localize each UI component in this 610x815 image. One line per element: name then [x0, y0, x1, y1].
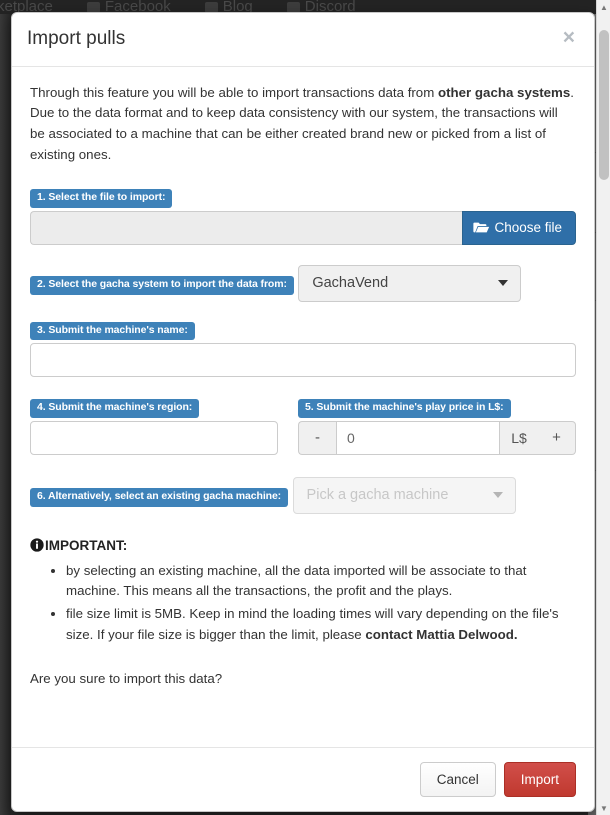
- info-circle-icon: [30, 538, 44, 552]
- price-increment-button[interactable]: +: [538, 420, 576, 455]
- existing-machine-select[interactable]: Pick a gacha machine: [292, 476, 516, 514]
- choose-file-label: Choose file: [494, 220, 562, 236]
- intro-paragraph: Through this feature you will be able to…: [30, 83, 576, 165]
- field-gacha-system: 2. Select the gacha system to import the…: [30, 264, 576, 302]
- play-price-stepper: - L$ +: [298, 420, 576, 455]
- step-6-label: 6. Alternatively, select an existing gac…: [30, 488, 289, 507]
- folder-open-icon: [473, 221, 490, 234]
- machine-region-group: [30, 420, 278, 455]
- cancel-button[interactable]: Cancel: [419, 761, 496, 797]
- currency-addon: L$: [500, 420, 538, 455]
- field-machine-region: 4. Submit the machine's region:: [30, 397, 278, 455]
- important-label: IMPORTANT:: [45, 537, 128, 553]
- field-machine-name: 3. Submit the machine's name:: [30, 320, 576, 378]
- scroll-down-icon[interactable]: ▼: [597, 801, 610, 815]
- file-path-input[interactable]: [30, 210, 463, 245]
- important-heading: IMPORTANT:: [30, 538, 576, 553]
- step-5-label: 5. Submit the machine's play price in L$…: [298, 399, 511, 418]
- modal-body: Through this feature you will be able to…: [12, 67, 594, 747]
- list-item: by selecting an existing machine, all th…: [66, 561, 576, 602]
- list-item: file size limit is 5MB. Keep in mind the…: [66, 604, 576, 645]
- import-button[interactable]: Import: [503, 761, 576, 797]
- machine-name-input[interactable]: [30, 343, 576, 378]
- play-price-input[interactable]: [336, 420, 500, 455]
- page-scrollbar[interactable]: ▲ ▼: [596, 0, 610, 815]
- step-1-label: 1. Select the file to import:: [30, 189, 173, 208]
- confirm-question: Are you sure to import this data?: [30, 671, 223, 687]
- step-4-label: 4. Submit the machine's region:: [30, 399, 200, 418]
- import-pulls-modal: Import pulls × Through this feature you …: [11, 12, 595, 812]
- step-3-label: 3. Submit the machine's name:: [30, 321, 195, 341]
- machine-name-group: [30, 343, 576, 378]
- step-2-label: 2. Select the gacha system to import the…: [30, 276, 294, 295]
- field-existing-machine: 6. Alternatively, select an existing gac…: [30, 476, 576, 514]
- facebook-icon: [86, 1, 100, 13]
- backdrop-left-edge: [0, 14, 11, 815]
- note-text: by selecting an existing machine, all th…: [66, 562, 527, 599]
- blog-icon: [204, 1, 218, 13]
- gacha-system-select-wrap: GachaVend: [298, 264, 522, 302]
- scrollbar-thumb[interactable]: [599, 30, 609, 180]
- machine-region-input[interactable]: [30, 420, 278, 455]
- field-file: 1. Select the file to import: Choose fil…: [30, 187, 576, 245]
- close-icon[interactable]: ×: [557, 23, 581, 52]
- row-region-price: 4. Submit the machine's region: 5. Submi…: [30, 397, 576, 455]
- note-bold: contact Mattia Delwood.: [365, 626, 518, 642]
- intro-bold-1: other gacha systems: [437, 84, 571, 100]
- modal-header: Import pulls ×: [12, 13, 594, 67]
- modal-footer: Cancel Import: [12, 746, 594, 811]
- choose-file-button[interactable]: Choose file: [462, 210, 576, 245]
- page-title: Import pulls: [27, 28, 126, 49]
- gacha-system-select[interactable]: GachaVend: [298, 264, 522, 302]
- existing-machine-select-wrap: Pick a gacha machine: [292, 476, 516, 514]
- intro-text-1: Through this feature you will be able to…: [30, 84, 438, 100]
- price-decrement-button[interactable]: -: [298, 420, 336, 455]
- scroll-up-icon[interactable]: ▲: [597, 0, 610, 14]
- field-play-price: 5. Submit the machine's play price in L$…: [298, 397, 576, 455]
- important-notes-list: by selecting an existing machine, all th…: [30, 561, 576, 645]
- file-input-group: Choose file: [30, 210, 576, 245]
- discord-icon: [286, 1, 300, 13]
